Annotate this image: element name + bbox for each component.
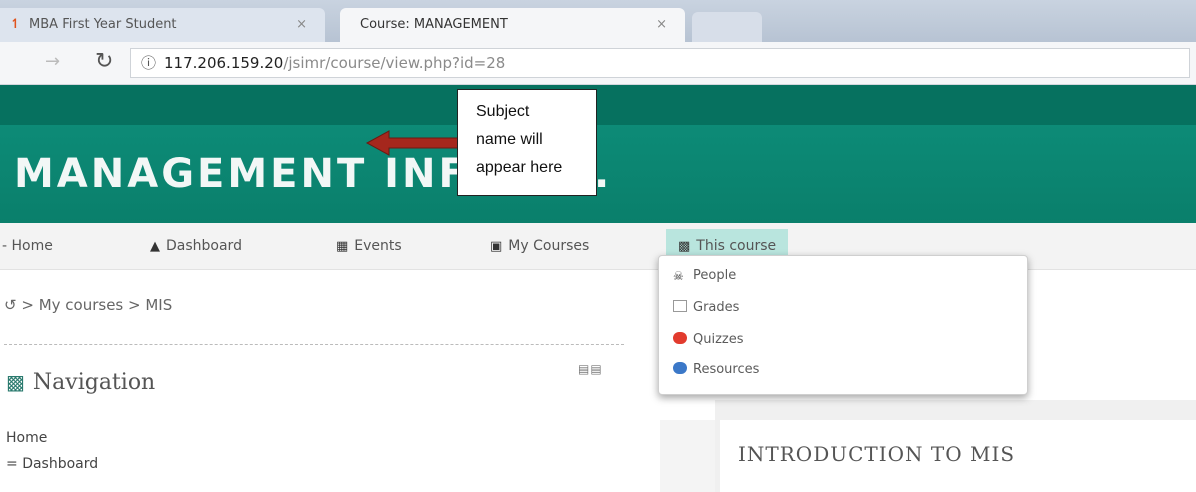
nav-my-courses-label: My Courses: [508, 238, 590, 254]
breadcrumb: ↺ > My courses > MIS: [4, 296, 172, 314]
briefcase-icon: ▣: [490, 239, 503, 254]
callout-line: appear here: [476, 159, 563, 176]
tab-close-icon[interactable]: ×: [296, 8, 307, 42]
resources-icon: [673, 362, 687, 374]
url-host: 117.206.159.20: [164, 54, 284, 72]
tab-close-icon[interactable]: ×: [656, 8, 667, 42]
new-tab-button[interactable]: [692, 12, 762, 42]
nav-dashboard-label: Dashboard: [166, 238, 242, 254]
nav-tree-dashboard[interactable]: = Dashboard: [6, 456, 98, 472]
callout-line: Subject: [476, 103, 530, 120]
info-icon[interactable]: ⓘ: [141, 54, 156, 72]
annotation-arrow-icon: [365, 130, 460, 156]
quizzes-icon: [673, 332, 687, 344]
menu-label: Grades: [693, 300, 740, 315]
url-input[interactable]: ⓘ 117.206.159.20/jsimr/course/view.php?id…: [130, 48, 1190, 78]
url-path: /jsimr/course/view.php?id=28: [283, 54, 506, 72]
tab-mba-first-year[interactable]: ↿ MBA First Year Student ×: [0, 8, 325, 42]
nav-events[interactable]: ▦ Events: [336, 223, 402, 269]
nav-tree-dashboard-label: Dashboard: [22, 456, 99, 472]
navigation-title-text: Navigation: [32, 370, 156, 395]
nav-tree-home[interactable]: Home: [6, 430, 47, 446]
menu-label: Resources: [693, 362, 760, 377]
sitemap-icon: ▩: [678, 239, 691, 254]
nav-home[interactable]: - Home: [2, 223, 53, 269]
tab-course-management[interactable]: Course: MANAGEMENT ×: [340, 8, 685, 42]
grades-icon: [673, 300, 687, 312]
menu-label: People: [693, 268, 737, 283]
address-bar-row: → ↻ ⓘ 117.206.159.20/jsimr/course/view.ph…: [0, 42, 1196, 85]
moodle-favicon-icon: ↿: [10, 17, 21, 32]
dashboard-icon: ▲: [150, 239, 160, 254]
tab-label: MBA First Year Student: [29, 17, 177, 32]
section-box: INTRODUCTION TO MIS: [720, 420, 1196, 492]
block-controls[interactable]: ▤▤: [578, 362, 603, 376]
nav-this-course-label: This course: [696, 238, 777, 254]
sitemap-icon: ▩: [6, 370, 25, 394]
menu-item-resources[interactable]: Resources: [673, 362, 759, 377]
menu-label: Quizzes: [693, 332, 744, 347]
tab-label: Course: MANAGEMENT: [360, 17, 508, 32]
home-icon[interactable]: ↺: [4, 296, 17, 314]
course-header: MANAGEMENT INFO I ...: [0, 125, 1196, 223]
nav-home-dash: -: [2, 238, 12, 254]
browser-tab-bar: ↿ MBA First Year Student × Course: MANAG…: [0, 0, 1196, 42]
nav-events-label: Events: [354, 238, 402, 254]
site-top-strip: [0, 85, 1196, 125]
tree-bullet: =: [6, 456, 23, 472]
forward-arrow-icon[interactable]: →: [45, 51, 60, 72]
people-icon: ☠: [673, 269, 684, 283]
this-course-dropdown: ☠ People Grades Quizzes Resources: [658, 255, 1028, 395]
nav-my-courses[interactable]: ▣ My Courses: [490, 223, 589, 269]
calendar-icon: ▦: [336, 239, 349, 254]
section-title: INTRODUCTION TO MIS: [738, 442, 1016, 466]
navigation-block-title: ▩ Navigation: [6, 370, 155, 395]
reload-icon[interactable]: ↻: [95, 49, 113, 74]
breadcrumb-text[interactable]: > My courses > MIS: [21, 296, 172, 314]
menu-item-people[interactable]: ☠ People: [673, 268, 736, 283]
nav-dashboard[interactable]: ▲ Dashboard: [150, 223, 242, 269]
divider: [4, 344, 624, 345]
menu-item-grades[interactable]: Grades: [673, 300, 739, 315]
nav-home-label: Home: [11, 238, 53, 254]
annotation-callout: Subject name will appear here: [457, 89, 597, 196]
menu-item-quizzes[interactable]: Quizzes: [673, 332, 744, 347]
callout-line: name will: [476, 131, 543, 148]
content-gutter: [660, 420, 715, 492]
